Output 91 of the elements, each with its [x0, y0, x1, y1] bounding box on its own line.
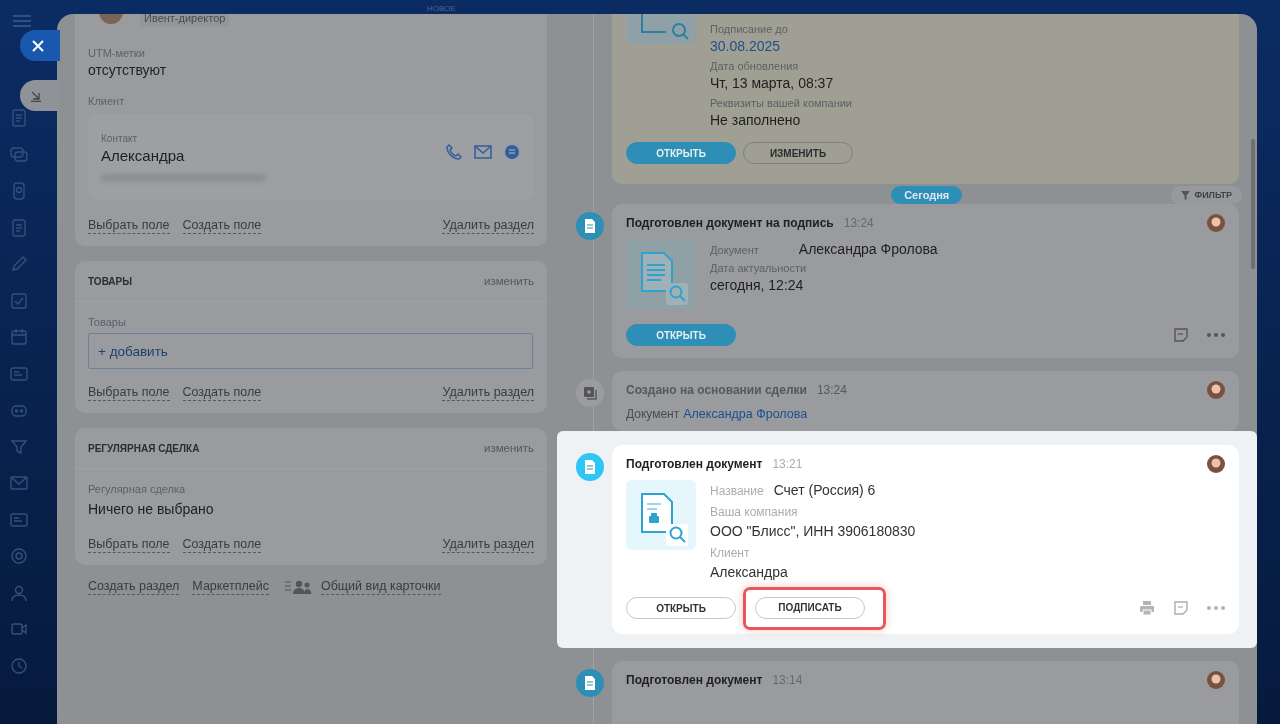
filter-icon [1181, 190, 1191, 200]
document-icon [575, 212, 604, 240]
card-icon[interactable] [9, 510, 28, 529]
people-icon [284, 580, 313, 594]
field-label: Дата обновления [710, 59, 800, 73]
field-label: Название [710, 483, 764, 500]
section-action-link[interactable]: Создать поле [182, 385, 262, 401]
more-icon[interactable] [1207, 606, 1225, 610]
event-title: Подготовлен документ на подпись [626, 216, 834, 230]
footer-link[interactable]: Создать раздел [88, 579, 180, 595]
date-badge: Сегодня [891, 186, 963, 204]
mail-icon[interactable] [474, 145, 492, 159]
delete-section-link[interactable]: Удалить раздел [442, 218, 534, 234]
collapse-button[interactable] [20, 80, 60, 111]
card-button[interactable]: ОТКРЫТЬ [626, 142, 736, 164]
event-time: 13:24 [816, 383, 847, 397]
card-icon[interactable] [9, 364, 28, 383]
person-icon[interactable] [9, 583, 28, 602]
field-value: Не заполнено [710, 111, 802, 130]
chat-icon[interactable] [504, 144, 520, 160]
field-label: Клиент [88, 94, 126, 108]
field-value: Ничего не выбрано [88, 500, 215, 519]
target-icon[interactable] [9, 547, 28, 565]
chat-icon[interactable] [9, 145, 28, 164]
field-label: Документ [710, 243, 759, 257]
more-icon[interactable] [1207, 333, 1225, 337]
field-label: Дата актуальности [710, 261, 808, 275]
footer-link[interactable]: Общий вид карточки [320, 579, 441, 595]
contact-label: Контакт [101, 132, 138, 146]
avatar-icon [1207, 455, 1225, 473]
avatar-icon [1207, 381, 1225, 399]
section-action-link[interactable]: Выбрать поле [88, 218, 170, 234]
note-icon[interactable] [1174, 328, 1188, 342]
field-label: Подписание до [710, 22, 789, 36]
mail-icon[interactable] [9, 474, 28, 492]
print-icon[interactable] [1139, 600, 1155, 616]
clock-icon[interactable] [9, 656, 28, 675]
section-title: ТОВАРЫ [88, 275, 133, 287]
section-action-link[interactable]: Создать поле [182, 537, 262, 553]
field-value: сегодня, 12:24 [710, 276, 805, 295]
doc-icon[interactable] [9, 109, 28, 127]
delete-section-link[interactable]: Удалить раздел [442, 385, 534, 401]
note-icon[interactable] [1174, 601, 1188, 615]
contact-name[interactable]: Александра [101, 146, 446, 166]
menu-icon[interactable] [12, 15, 31, 27]
role-text: Ивент-директор [140, 14, 230, 26]
close-button[interactable] [20, 30, 60, 61]
document-icon [626, 14, 696, 44]
field-label: Клиент [710, 545, 751, 562]
edit-link[interactable]: изменить [483, 275, 534, 287]
document-icon [575, 453, 604, 481]
section-action-link[interactable]: Выбрать поле [88, 537, 170, 553]
section-title: РЕГУЛЯРНАЯ СДЕЛКА [88, 442, 200, 454]
field-label: Регулярная сделка [88, 482, 187, 496]
section-action-link[interactable]: Выбрать поле [88, 385, 170, 401]
funnel-icon[interactable] [9, 437, 28, 456]
card-button[interactable]: ОТКРЫТЬ [626, 324, 736, 346]
section-action-link[interactable]: Создать поле [182, 218, 262, 234]
field-value: ООО "Блисс", ИНН 3906180830 [710, 522, 916, 541]
field-value: Александра Фролова [798, 240, 938, 259]
event-title: Создано на основании сделки [626, 383, 807, 397]
edit-link[interactable]: изменить [483, 442, 534, 454]
check-icon[interactable] [9, 291, 28, 310]
close-icon [32, 39, 44, 52]
event-title: Подготовлен документ [626, 673, 763, 687]
collapse-icon [30, 89, 42, 102]
calendar-icon[interactable] [9, 328, 28, 346]
footer-link[interactable]: Маркетплейс [192, 579, 269, 595]
avatar-icon [1207, 671, 1225, 689]
filter-button[interactable]: ФИЛЬТР [1171, 186, 1242, 204]
doc-icon[interactable] [9, 218, 28, 237]
field-value: отсутствуют [88, 61, 168, 80]
field-value: Счет (Россия) 6 [773, 481, 876, 500]
field-label: Реквизиты вашей компании [710, 96, 853, 110]
delete-section-link[interactable]: Удалить раздел [442, 537, 534, 553]
add-field[interactable]: + добавить [88, 333, 533, 369]
field-label: Ваша компания [710, 504, 799, 521]
event-time: 13:21 [772, 457, 803, 471]
field-label: Документ [626, 407, 680, 421]
avatar-icon [99, 14, 123, 24]
field-label: UTM-метки [88, 46, 146, 60]
event-title: Подготовлен документ [626, 457, 763, 471]
date-link[interactable]: 30.08.2025 [710, 36, 1225, 56]
document-icon [575, 669, 604, 697]
document-link[interactable]: Александра Фролова [683, 407, 808, 421]
avatar-icon [1207, 214, 1225, 232]
field-value: Чт, 13 марта, 08:37 [710, 74, 835, 93]
field-label: Товары [88, 315, 127, 329]
video-icon[interactable] [9, 620, 28, 638]
pencil-icon[interactable] [9, 255, 28, 273]
field-value: Александра [710, 563, 789, 582]
